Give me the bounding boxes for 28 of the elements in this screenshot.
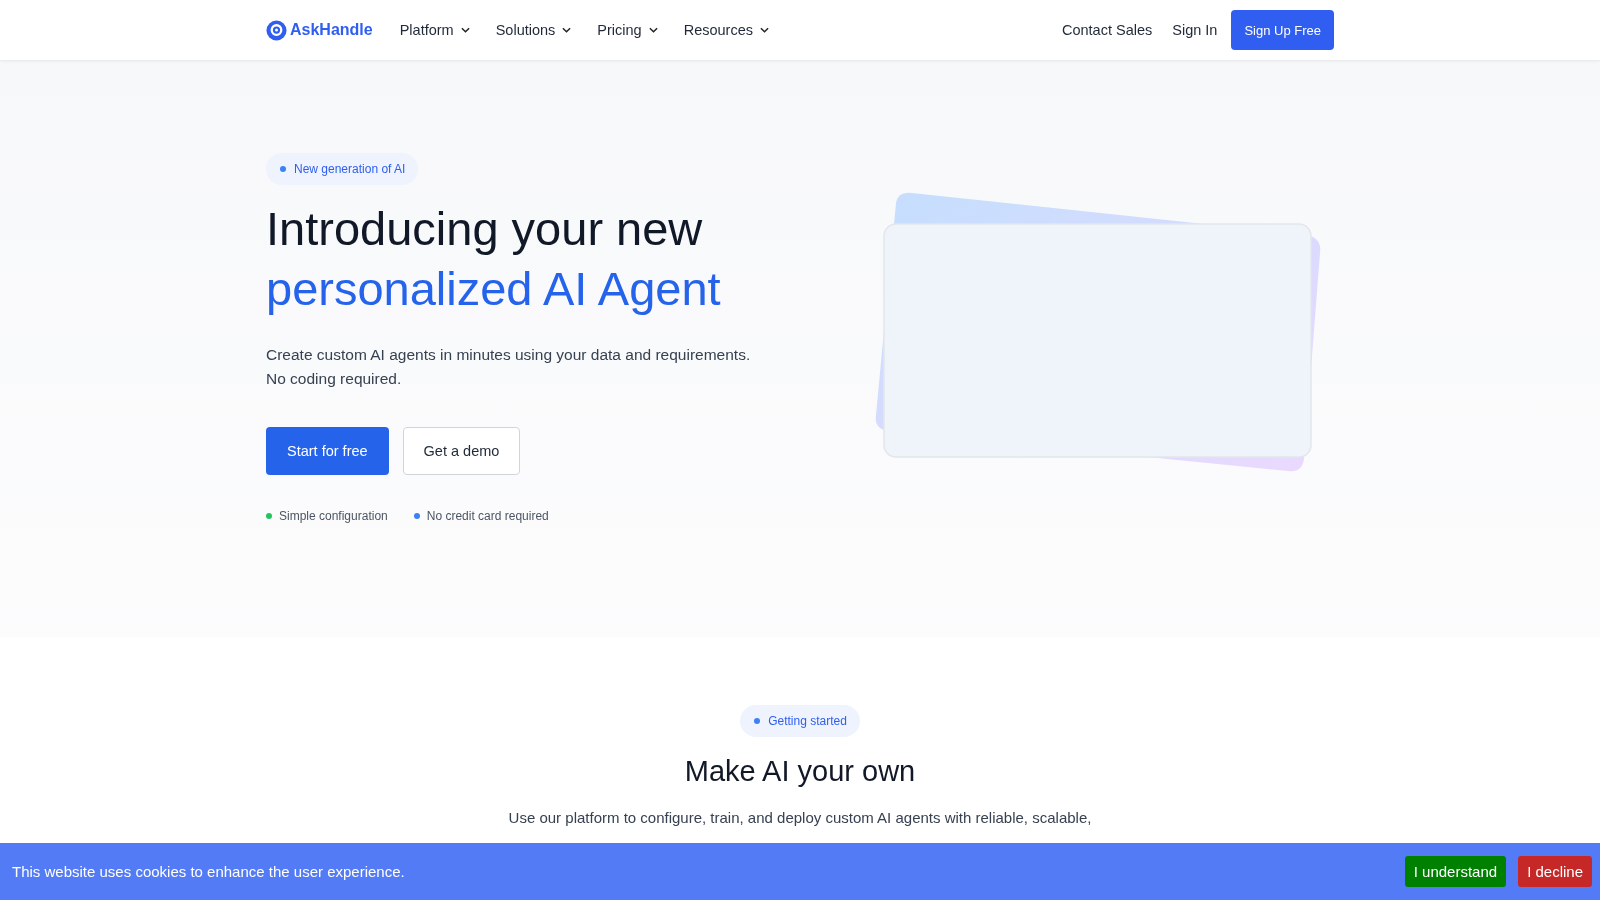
section-title: Make AI your own	[684, 755, 916, 788]
nav-link[interactable]: Contact Sales	[1061, 22, 1153, 38]
get-a-demo-button[interactable]: Get a demo	[402, 427, 521, 475]
cookie-message: This website uses cookies to enhance the user experience.	[12, 863, 405, 880]
decline-cookies-button[interactable]: I decline	[1518, 856, 1592, 887]
section-description: Use our platform to configure, train, and deploy custom AI agents with reliable, scalable,	[507, 808, 1093, 828]
caret-icon	[460, 27, 470, 33]
feature-text: No credit card required	[426, 509, 549, 523]
nav-menu-item[interactable]: Pricing	[597, 22, 658, 38]
hero-title: Introducing your new	[266, 201, 703, 257]
feature-text: Simple configuration	[279, 509, 388, 523]
badge: Getting started	[740, 705, 860, 737]
nav-menu-item[interactable]: Solutions	[495, 22, 572, 38]
start-for-free-button[interactable]: Start for free	[266, 427, 389, 475]
logo-icon	[266, 19, 287, 41]
caret-icon	[562, 27, 572, 33]
nav-menu-item[interactable]: Platform	[399, 22, 470, 38]
sign-up-button[interactable]: Sign Up Free	[1231, 10, 1334, 50]
accept-cookies-button[interactable]: I understand	[1404, 856, 1507, 887]
hero-title-highlight: personalized AI Agent	[266, 261, 721, 317]
hero-description: No coding required.	[266, 369, 402, 389]
nav-menu-item[interactable]: Resources	[683, 22, 769, 38]
hero-description: Create custom AI agents in minutes using your data and requirements.	[266, 345, 751, 365]
logo-link[interactable]: AskHandle	[266, 19, 373, 41]
badge: New generation of AI	[266, 153, 419, 185]
caret-icon	[760, 27, 769, 33]
nav-link[interactable]: Sign In	[1172, 22, 1218, 38]
caret-icon	[648, 27, 658, 33]
